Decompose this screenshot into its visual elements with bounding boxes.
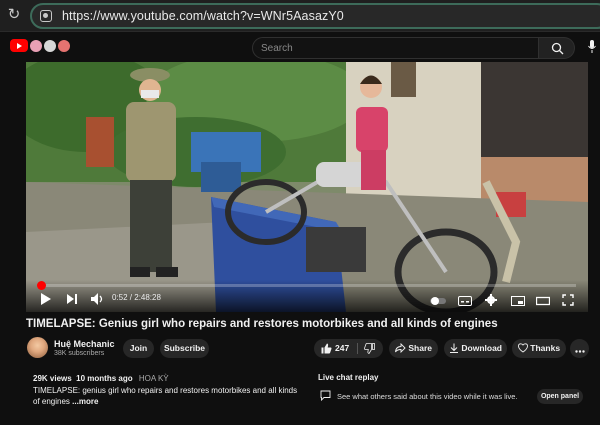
autoplay-toggle-icon[interactable]	[430, 294, 446, 308]
play-icon[interactable]	[40, 292, 52, 306]
miniplayer-icon[interactable]	[511, 294, 525, 308]
video-frame	[26, 62, 588, 312]
doodle-icon	[58, 40, 70, 52]
show-more-link[interactable]: ...more	[72, 397, 98, 406]
video-title: TIMELAPSE: Genius girl who repairs and r…	[26, 318, 498, 330]
thanks-heart-dollar-icon	[517, 343, 528, 353]
search-box	[252, 37, 539, 59]
like-dislike-group: 247	[314, 339, 383, 358]
reload-icon[interactable]: ↻	[6, 7, 22, 23]
progress-bar[interactable]	[37, 281, 576, 290]
thanks-label: Thanks	[530, 343, 561, 353]
thumbs-up-icon[interactable]	[321, 343, 332, 354]
join-button[interactable]: Join	[123, 339, 154, 358]
download-button[interactable]: Download	[444, 339, 507, 358]
more-actions-button[interactable]	[570, 339, 589, 358]
time-display: 0:52 / 2:48:28	[112, 293, 161, 302]
url-text[interactable]: https://www.youtube.com/watch?v=WNr5Aasa…	[62, 9, 344, 23]
doodle-icon	[44, 40, 56, 52]
doodle-icon	[30, 40, 42, 52]
description-box[interactable]: 29K views 10 months ago HOA KỲ TIMELAPSE…	[26, 368, 304, 416]
upload-age: 10 months ago	[76, 374, 133, 383]
video-stats: 29K views 10 months ago HOA KỲ	[33, 374, 169, 383]
channel-avatar[interactable]	[27, 337, 48, 358]
live-chat-message: See what others said about this video wh…	[337, 392, 518, 401]
site-info-icon[interactable]	[40, 10, 52, 22]
like-count[interactable]: 247	[335, 339, 349, 358]
download-icon	[450, 343, 458, 353]
channel-name[interactable]: Huệ Mechanic	[54, 339, 115, 349]
search-button[interactable]	[539, 37, 575, 59]
player-controls: 0:52 / 2:48:28	[26, 280, 588, 312]
volume-icon[interactable]	[90, 292, 104, 306]
location-tag[interactable]: HOA KỲ	[139, 374, 169, 383]
like-divider	[357, 343, 358, 354]
share-label: Share	[408, 343, 432, 353]
search-icon	[551, 42, 564, 55]
share-icon	[395, 342, 406, 354]
thumbs-down-icon[interactable]	[364, 343, 375, 354]
fullscreen-icon[interactable]	[562, 293, 574, 307]
open-panel-button[interactable]: Open panel	[537, 389, 583, 404]
download-label: Download	[461, 343, 502, 353]
youtube-header	[0, 33, 600, 61]
search-input[interactable]	[253, 38, 538, 58]
thanks-button[interactable]: Thanks	[512, 339, 566, 358]
youtube-play-icon	[10, 39, 28, 52]
youtube-logo[interactable]	[10, 39, 70, 55]
microphone-icon[interactable]	[588, 40, 596, 53]
video-player[interactable]: 0:52 / 2:48:28	[26, 62, 588, 312]
chat-bubble-icon	[320, 390, 331, 401]
next-icon[interactable]	[66, 292, 78, 306]
subtitles-icon[interactable]	[458, 294, 472, 308]
theater-mode-icon[interactable]	[536, 294, 550, 308]
description-text: TIMELAPSE: genius girl who repairs and r…	[33, 385, 301, 407]
scrubber-handle[interactable]	[37, 281, 46, 290]
share-button[interactable]: Share	[389, 339, 438, 358]
live-chat-title: Live chat replay	[318, 373, 379, 382]
view-count: 29K views	[33, 374, 72, 383]
subscribe-button[interactable]: Subscribe	[160, 339, 209, 358]
settings-gear-icon[interactable]	[485, 293, 497, 307]
more-horizontal-icon	[574, 350, 585, 353]
browser-toolbar: ↻ https://www.youtube.com/watch?v=WNr5Aa…	[0, 0, 600, 32]
subscriber-count: 38K subscribers	[54, 350, 105, 357]
address-bar[interactable]: https://www.youtube.com/watch?v=WNr5Aasa…	[30, 3, 600, 29]
